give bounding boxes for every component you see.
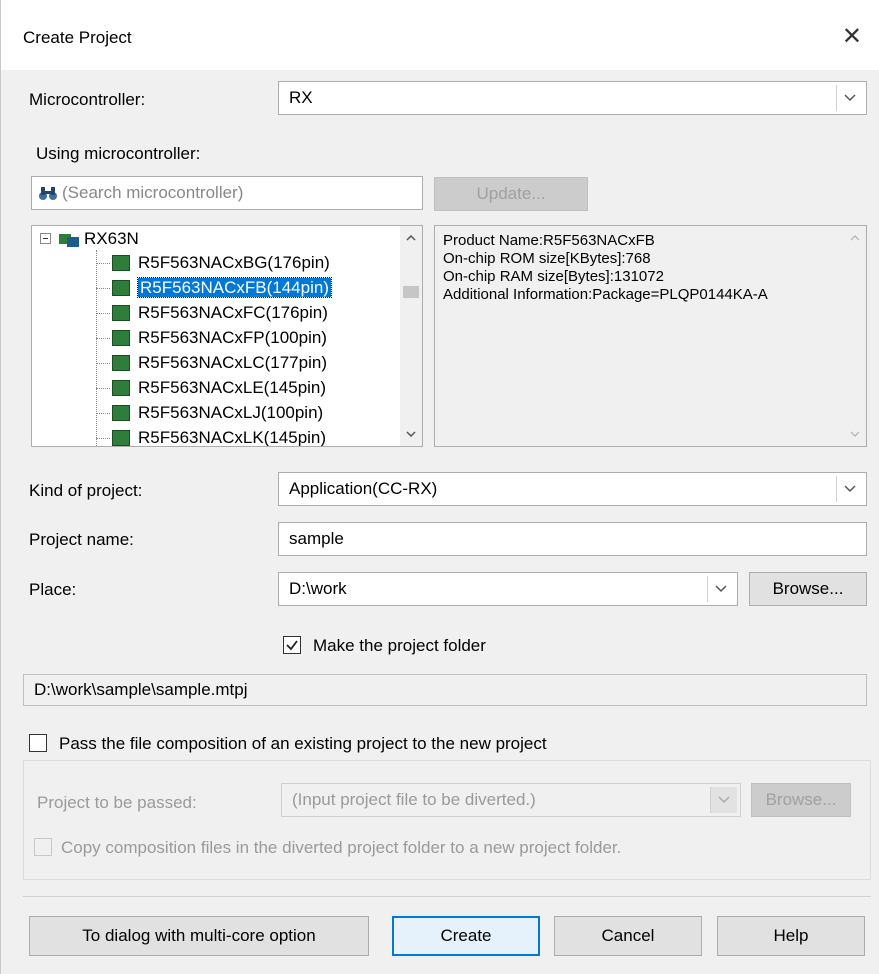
chip-icon	[112, 354, 130, 371]
multicore-dialog-button[interactable]: To dialog with multi-core option	[29, 916, 369, 956]
scroll-down-icon[interactable]	[400, 424, 422, 444]
chip-icon	[112, 404, 130, 421]
tree-item[interactable]: R5F563NACxFB(144pin)	[112, 277, 332, 299]
scroll-up-icon[interactable]	[400, 228, 422, 248]
tree-item-label: R5F563NACxFB(144pin)	[137, 277, 332, 298]
chip-icon	[112, 429, 130, 446]
dialog-title: Create Project	[23, 28, 132, 47]
tree-item[interactable]: R5F563NACxLE(145pin)	[112, 377, 326, 399]
place-combo[interactable]: D:\work	[278, 572, 738, 606]
kind-of-project-combo[interactable]: Application(CC-RX)	[278, 472, 867, 506]
project-to-be-passed-combo[interactable]: (Input project file to be diverted.)	[281, 783, 741, 817]
browse-diverted-button[interactable]: Browse...	[751, 783, 851, 817]
copy-files-checkbox[interactable]	[34, 838, 52, 856]
make-folder-label[interactable]: Make the project folder	[313, 636, 486, 656]
info-scrollbar[interactable]	[844, 226, 866, 446]
chip-icon	[112, 329, 130, 346]
tree-item-label: R5F563NACxLC(177pin)	[138, 353, 327, 372]
scroll-up-icon[interactable]	[844, 228, 866, 248]
tree-scrollbar[interactable]	[400, 226, 422, 446]
tree-item-label: R5F563NACxLK(145pin)	[138, 428, 327, 447]
microcontroller-combo[interactable]: RX	[278, 81, 867, 115]
info-ram-size: On-chip RAM size[Bytes]:131072	[443, 268, 664, 285]
tree-item-label: R5F563NACxLJ(100pin)	[138, 403, 324, 422]
project-to-be-passed-value: (Input project file to be diverted.)	[292, 790, 536, 809]
project-name-label: Project name:	[29, 530, 134, 549]
separator	[23, 896, 871, 897]
tree-item[interactable]: R5F563NACxFP(100pin)	[112, 327, 327, 349]
project-path-value: D:\work\sample\sample.mtpj	[34, 680, 248, 699]
info-additional: Additional Information:Package=PLQP0144K…	[443, 286, 768, 303]
tree-guide	[96, 250, 97, 446]
tree-guide	[96, 338, 110, 339]
tree-guide	[96, 288, 110, 289]
chip-icon	[112, 379, 130, 396]
tree-item[interactable]: R5F563NACxLK(145pin)	[112, 427, 327, 447]
scroll-down-icon[interactable]	[844, 424, 866, 444]
browse-button[interactable]: Browse...	[749, 572, 867, 606]
tree-item[interactable]: R5F563NACxFC(176pin)	[112, 302, 328, 324]
tree-item-label: R5F563NACxLE(145pin)	[138, 378, 327, 397]
tree-item-label: R5F563NACxFP(100pin)	[138, 328, 327, 347]
tree-guide	[96, 313, 110, 314]
kind-of-project-label: Kind of project:	[29, 481, 143, 500]
microcontroller-info-panel: Product Name:R5F563NACxFB On-chip ROM si…	[434, 225, 867, 447]
collapse-icon[interactable]	[40, 233, 51, 244]
create-button[interactable]: Create	[392, 916, 540, 956]
title-bar: Create Project ✕	[1, 0, 879, 70]
binoculars-icon	[38, 185, 58, 206]
update-button[interactable]: Update...	[434, 177, 588, 211]
tree-guide	[96, 263, 110, 264]
chip-icon	[112, 279, 130, 296]
scroll-thumb[interactable]	[403, 286, 419, 298]
search-microcontroller-input[interactable]: (Search microcontroller)	[31, 176, 423, 210]
microcontroller-label: Microcontroller:	[29, 90, 146, 109]
pass-composition-label[interactable]: Pass the file composition of an existing…	[59, 734, 547, 754]
microcontroller-tree[interactable]: RX63N R5F563NACxBG(176pin) R5F563NACxFB(1…	[31, 225, 423, 447]
tree-item-label: R5F563NACxFC(176pin)	[138, 303, 328, 322]
close-icon[interactable]: ✕	[842, 22, 862, 51]
tree-guide	[96, 363, 110, 364]
tree-guide	[96, 438, 110, 439]
chip-icon	[112, 254, 130, 271]
help-button[interactable]: Help	[717, 916, 865, 956]
diverted-project-group	[23, 760, 871, 880]
tree-item[interactable]: R5F563NACxBG(176pin)	[112, 252, 330, 274]
info-product-name: Product Name:R5F563NACxFB	[443, 232, 655, 249]
tree-item-label: R5F563NACxBG(176pin)	[138, 253, 330, 272]
project-name-value: sample	[289, 529, 344, 548]
device-group-icon	[58, 230, 80, 253]
chevron-down-icon[interactable]	[836, 85, 863, 111]
using-microcontroller-label: Using microcontroller:	[36, 144, 201, 163]
copy-files-label: Copy composition files in the diverted p…	[61, 838, 622, 857]
chevron-down-icon[interactable]	[710, 787, 737, 813]
search-placeholder: (Search microcontroller)	[62, 183, 244, 202]
microcontroller-value: RX	[289, 88, 313, 107]
create-project-dialog: Create Project ✕ Microcontroller: RX Usi…	[0, 0, 879, 974]
project-name-input[interactable]: sample	[278, 522, 867, 556]
tree-guide	[96, 388, 110, 389]
cancel-button[interactable]: Cancel	[554, 916, 702, 956]
make-folder-checkbox[interactable]	[283, 636, 301, 654]
pass-composition-checkbox[interactable]	[29, 734, 47, 752]
chevron-down-icon[interactable]	[836, 476, 863, 502]
chip-icon	[112, 304, 130, 321]
kind-of-project-value: Application(CC-RX)	[289, 479, 438, 498]
info-rom-size: On-chip ROM size[KBytes]:768	[443, 250, 651, 267]
tree-guide	[96, 413, 110, 414]
project-to-be-passed-label: Project to be passed:	[37, 793, 197, 812]
place-label: Place:	[29, 580, 77, 599]
place-value: D:\work	[289, 579, 347, 598]
project-path-field: D:\work\sample\sample.mtpj	[23, 674, 867, 706]
chevron-down-icon[interactable]	[707, 576, 734, 602]
tree-item[interactable]: R5F563NACxLC(177pin)	[112, 352, 327, 374]
check-icon	[286, 640, 298, 651]
tree-root[interactable]: RX63N	[84, 228, 139, 250]
tree-item[interactable]: R5F563NACxLJ(100pin)	[112, 402, 323, 424]
